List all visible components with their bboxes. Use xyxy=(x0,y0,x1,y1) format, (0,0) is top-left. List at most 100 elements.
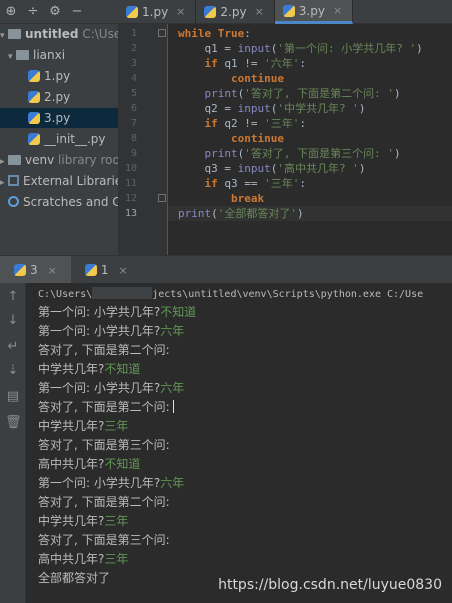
line-number: 5 xyxy=(130,88,137,99)
gear-icon[interactable]: ⚙ xyxy=(44,4,66,19)
print-icon[interactable]: ▤ xyxy=(5,389,21,405)
user-input: 六年 xyxy=(160,476,185,490)
chevron-down-icon[interactable]: ▾ xyxy=(0,26,8,46)
venv-note: library roo xyxy=(58,153,118,167)
tab-label: 3.py xyxy=(298,3,325,18)
close-icon[interactable]: × xyxy=(255,0,264,24)
prompt-text: 高中共几年? xyxy=(38,457,105,471)
python-file-icon xyxy=(14,264,26,276)
line-number: 9 xyxy=(130,148,137,159)
chevron-down-icon[interactable]: ▾ xyxy=(8,47,16,67)
variable: q2 xyxy=(224,117,238,130)
divide-icon[interactable]: ÷ xyxy=(22,4,44,19)
tree-item-init[interactable]: __init__.py xyxy=(28,129,106,149)
tree-item-scratches[interactable]: Scratches and Cons xyxy=(0,192,118,212)
sort-icon[interactable]: ⇣ xyxy=(5,363,21,379)
console-output[interactable]: C:\Users\ jects\untitled\venv\Scripts\pyt… xyxy=(26,283,452,603)
prompt-text: 全部都答对了 xyxy=(38,571,111,585)
tab-3-py[interactable]: 3.py × xyxy=(274,0,354,24)
chevron-right-icon[interactable]: ▸ xyxy=(0,152,8,172)
code-line: print('答对了, 下面是第二个问: ') xyxy=(204,87,401,100)
op: = xyxy=(217,42,238,55)
builtin: print xyxy=(178,207,212,220)
up-arrow-icon[interactable]: ↑ xyxy=(5,289,21,305)
code-line: if q1 != '六年': xyxy=(178,56,307,71)
trash-icon[interactable]: 🗑 xyxy=(5,415,22,431)
redacted-path xyxy=(92,287,153,299)
file-label: 3.py xyxy=(44,111,71,125)
close-icon[interactable]: × xyxy=(333,0,342,23)
prompt-text: 答对了, 下面是第二个问: xyxy=(38,343,170,357)
line-number: 10 xyxy=(124,163,137,174)
prompt-text: 第一个问: 小学共几年? xyxy=(38,305,161,319)
folder-icon xyxy=(8,29,21,39)
python-file-icon xyxy=(28,112,40,124)
code-line: print('答对了, 下面是第三个问: ') xyxy=(204,147,401,160)
text-cursor xyxy=(172,400,174,413)
op: = xyxy=(217,162,238,175)
tree-item-file-3[interactable]: 3.py xyxy=(0,108,118,128)
line-number: 11 xyxy=(124,178,137,189)
tree-item-root[interactable]: ▾ untitled C:\Users\ xyxy=(0,24,118,44)
console-line: 答对了, 下面是第二个问: xyxy=(38,341,170,360)
prompt-text: 答对了, 下面是第三个问: xyxy=(38,438,170,452)
chevron-right-icon[interactable]: ▸ xyxy=(0,173,8,193)
console-line: 中学共几年?三年 xyxy=(38,512,128,531)
console-line: 全部都答对了 xyxy=(38,569,110,588)
code-line: continue xyxy=(178,131,284,146)
tree-item-file-2[interactable]: 2.py xyxy=(28,87,70,107)
keyword: continue xyxy=(230,72,284,85)
builtin: print xyxy=(204,147,238,160)
keyword: while xyxy=(178,27,212,40)
prompt-text: 答对了, 下面是第二个问: xyxy=(38,400,170,414)
wrap-icon[interactable]: ↵ xyxy=(5,339,21,355)
console-line: 答对了, 下面是第二个问: xyxy=(38,398,174,417)
user-input: 六年 xyxy=(160,324,185,338)
tree-item-external-libraries[interactable]: ▸ External Libraries xyxy=(0,171,118,191)
user-input: 不知道 xyxy=(104,457,141,471)
close-icon[interactable]: × xyxy=(48,264,57,277)
python-file-icon xyxy=(28,91,40,103)
down-arrow-icon[interactable]: ↓ xyxy=(5,313,21,329)
tree-item-file-1[interactable]: 1.py xyxy=(28,66,70,86)
tab-2-py[interactable]: 2.py × xyxy=(196,0,275,24)
command-end: jects\untitled\venv\Scripts\python.exe C… xyxy=(152,289,424,300)
globe-icon[interactable]: ⊕ xyxy=(0,4,22,19)
fold-marker-icon[interactable] xyxy=(158,194,166,202)
prompt-text: 答对了, 下面是第三个问: xyxy=(38,533,170,547)
console-line: 答对了, 下面是第三个问: xyxy=(38,531,170,550)
console-line: 中学共几年?三年 xyxy=(38,417,128,436)
tab-1-py[interactable]: 1.py × xyxy=(118,0,197,24)
root-path: C:\Users\ xyxy=(82,27,118,41)
editor-tabs: 1.py × 2.py × 3.py × xyxy=(118,0,452,24)
line-number: 8 xyxy=(130,133,137,144)
python-file-icon xyxy=(282,4,295,17)
python-file-icon xyxy=(126,6,138,18)
run-tab-3[interactable]: 3 × xyxy=(0,256,71,284)
console-line: 高中共几年?不知道 xyxy=(38,455,140,474)
string: '全部都答对了' xyxy=(217,207,297,220)
user-input: 三年 xyxy=(104,514,129,528)
punct: : xyxy=(299,117,306,130)
builtin: input xyxy=(237,162,271,175)
run-tab-1[interactable]: 1 × xyxy=(71,256,142,284)
variable: q1 xyxy=(204,42,218,55)
file-label: 1.py xyxy=(44,69,71,83)
line-number: 6 xyxy=(130,103,137,114)
external-libraries-label: External Libraries xyxy=(23,174,118,188)
user-input: 六年 xyxy=(160,381,185,395)
fold-marker-icon[interactable] xyxy=(158,29,166,37)
close-icon[interactable]: × xyxy=(119,264,128,277)
prompt-text: 第一个问: 小学共几年? xyxy=(38,324,161,338)
tree-item-venv[interactable]: ▸ venv library roo xyxy=(0,150,118,170)
code-area[interactable]: 1 2 3 4 5 6 7 8 9 10 11 12 13 while True… xyxy=(118,24,452,255)
minus-icon[interactable]: − xyxy=(66,4,88,19)
keyword: if xyxy=(204,57,218,70)
folder-label: lianxi xyxy=(33,48,66,62)
close-icon[interactable]: × xyxy=(176,0,185,24)
folder-icon xyxy=(16,50,29,60)
keyword: if xyxy=(204,177,218,190)
tree-item-lianxi[interactable]: ▾ lianxi xyxy=(8,45,65,65)
op: = xyxy=(217,102,238,115)
builtin: print xyxy=(204,87,238,100)
